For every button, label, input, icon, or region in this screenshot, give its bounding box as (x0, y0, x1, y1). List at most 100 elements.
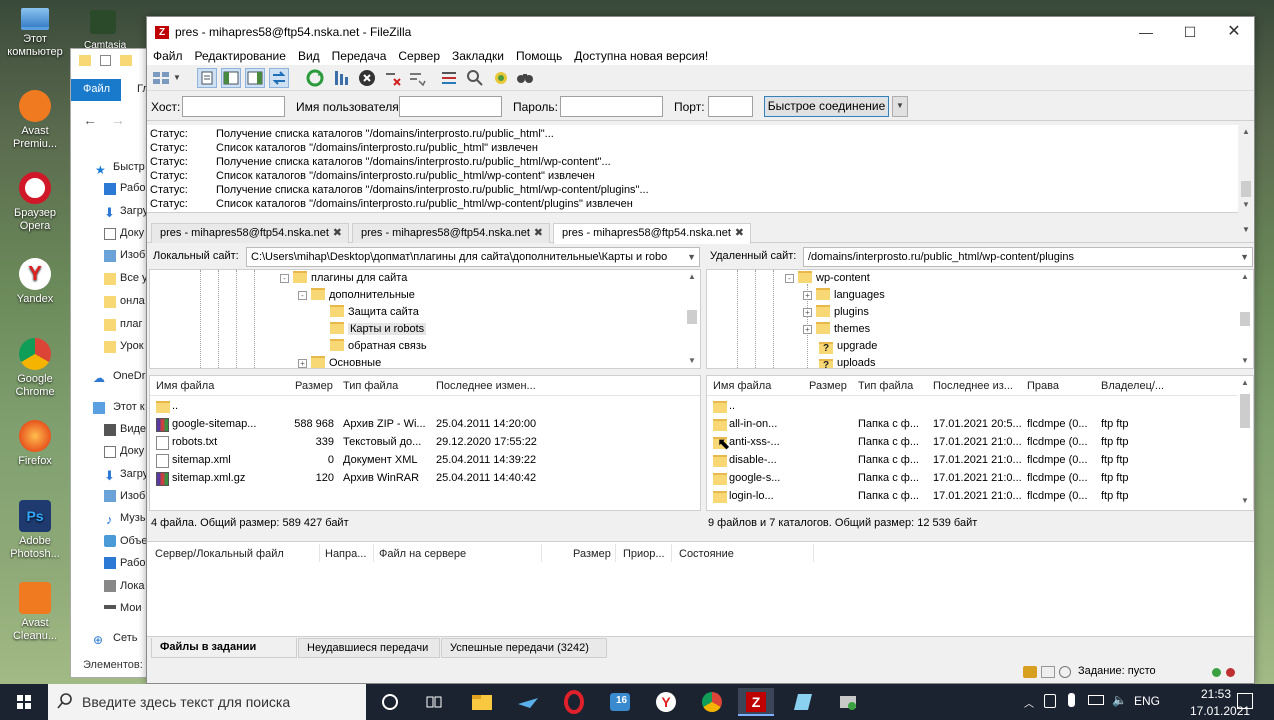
remote-tree-scrollbar[interactable]: ▲ ▼ (1237, 270, 1253, 368)
scroll-thumb[interactable] (1241, 181, 1251, 197)
nav-pc-pictures[interactable]: Изоб (120, 490, 145, 502)
desktop-icon-this-pc[interactable]: Этот компьютер (4, 8, 66, 59)
log-scrollbar[interactable]: ▲ ▼ (1238, 125, 1254, 213)
file-row[interactable]: google-sitemap... 588 968 Архив ZIP - Wi… (150, 416, 700, 434)
notifications-icon[interactable] (1237, 693, 1253, 709)
nav-pc-downloads[interactable]: Загру (120, 468, 148, 480)
volume-icon[interactable]: 🔈 (1112, 693, 1127, 707)
tree-node[interactable]: - дополнительные (298, 287, 415, 304)
site-manager-dropdown-icon[interactable]: ▼ (173, 68, 183, 88)
desktop-icon-avast[interactable]: Avast Premiu... (4, 90, 66, 151)
nav-local-disk[interactable]: Лока (120, 580, 145, 592)
quickconnect-button[interactable]: Быстрое соединение (764, 96, 889, 117)
chevron-up-icon[interactable]: ︿ (1024, 695, 1034, 710)
menu-view[interactable]: Вид (292, 47, 326, 65)
username-input[interactable] (399, 96, 502, 117)
speed-limit-icon[interactable] (1059, 666, 1071, 678)
column-header-permissions[interactable]: Права (1027, 380, 1059, 392)
folder-row[interactable]: disable-... Папка с ф... 17.01.2021 21:0… (707, 452, 1253, 470)
column-header-size[interactable]: Размер (295, 380, 333, 392)
close-tab-icon[interactable]: ✖ (534, 224, 543, 242)
connection-tab-active[interactable]: pres - mihapres58@ftp54.nska.net ✖ (553, 223, 751, 244)
queue-column-remote[interactable]: Файл на сервере (379, 548, 466, 560)
file-row[interactable]: sitemap.xml 0 Документ XML 25.04.2011 14… (150, 452, 700, 470)
scroll-up-icon[interactable]: ▲ (1237, 378, 1253, 387)
password-input[interactable] (560, 96, 663, 117)
nav-folder-online[interactable]: онла (120, 295, 145, 307)
scroll-up-icon[interactable]: ▲ (1238, 127, 1254, 136)
nav-onedrive[interactable]: OneDr (113, 370, 145, 382)
scroll-thumb[interactable] (1240, 312, 1250, 326)
file-row[interactable]: .. (150, 398, 700, 416)
column-header-modified[interactable]: Последнее из... (933, 380, 1013, 392)
tabs-dropdown-icon[interactable]: ▼ (1242, 225, 1250, 234)
nav-pc-desktop[interactable]: Рабо (120, 557, 146, 569)
site-manager-icon[interactable] (151, 68, 171, 88)
menu-help[interactable]: Помощь (510, 47, 568, 65)
notepad-taskbar-icon[interactable] (784, 688, 820, 716)
close-tab-icon[interactable]: ✖ (735, 224, 744, 242)
forward-arrow-icon[interactable]: → (111, 112, 125, 128)
cancel-icon[interactable] (357, 68, 377, 88)
file-explorer-taskbar-icon[interactable] (464, 688, 500, 716)
column-header-modified[interactable]: Последнее измен... (436, 380, 536, 392)
filezilla-window[interactable]: Z pres - mihapres58@ftp54.nska.net - Fil… (146, 16, 1255, 684)
refresh-icon[interactable] (305, 68, 325, 88)
file-row[interactable]: sitemap.xml.gz 120 Архив WinRAR 25.04.20… (150, 470, 700, 488)
desktop-icon-chrome[interactable]: Google Chrome (4, 338, 66, 399)
nav-folder-plugins[interactable]: плаг (120, 318, 143, 330)
nav-this-pc[interactable]: Этот к (113, 401, 145, 413)
folder-row[interactable]: google-s... Папка с ф... 17.01.2021 21:0… (707, 470, 1253, 488)
opera-taskbar-icon[interactable] (556, 688, 592, 716)
scroll-down-icon[interactable]: ▼ (1237, 356, 1253, 365)
local-directory-tree[interactable]: - плагины для сайта - дополнительные Защит… (149, 269, 701, 369)
microphone-icon[interactable] (1068, 693, 1075, 707)
local-tree-scrollbar[interactable]: ▲ ▼ (684, 270, 700, 368)
menu-file[interactable]: Файл (147, 47, 189, 65)
toggle-log-icon[interactable] (197, 68, 217, 88)
close-tab-icon[interactable]: ✖ (333, 224, 342, 242)
nav-pc-documents[interactable]: Доку (120, 445, 144, 457)
sync-browsing-icon[interactable] (491, 68, 511, 88)
yandex-taskbar-icon[interactable]: Y (648, 688, 684, 716)
desktop-icon-opera[interactable]: Браузер Opera (4, 172, 66, 233)
connection-tab[interactable]: pres - mihapres58@ftp54.nska.net ✖ (352, 223, 550, 243)
compare-directories-icon[interactable] (465, 68, 485, 88)
chevron-down-icon[interactable]: ▼ (685, 248, 696, 266)
column-header-type[interactable]: Тип файла (858, 380, 913, 392)
nav-videos[interactable]: Виде (120, 423, 146, 435)
tree-node[interactable]: ? upgrade (819, 338, 877, 355)
tree-node-selected[interactable]: Карты и robots (330, 321, 427, 338)
column-header-size[interactable]: Размер (809, 380, 847, 392)
queue-column-direction[interactable]: Напра... (325, 548, 366, 560)
chevron-down-icon[interactable]: ▼ (1240, 248, 1249, 266)
directory-filter-icon[interactable] (439, 68, 459, 88)
scroll-down-icon[interactable]: ▼ (684, 356, 700, 365)
desktop-icon-photoshop[interactable]: Ps Adobe Photosh... (4, 500, 66, 561)
menu-edit[interactable]: Редактирование (189, 47, 292, 65)
calendar-app-icon[interactable]: 16 (602, 688, 638, 716)
scroll-down-icon[interactable]: ▼ (1237, 496, 1253, 505)
bird-app-icon[interactable] (510, 688, 546, 716)
column-header-owner[interactable]: Владелец/... (1101, 380, 1164, 392)
tree-node[interactable]: + themes (803, 321, 870, 338)
desktop-icon-firefox[interactable]: Firefox (4, 420, 66, 468)
transfer-queue[interactable]: Сервер/Локальный файл Напра... Файл на с… (147, 541, 1254, 637)
folder-row[interactable]: all-in-on... Папка с ф... 17.01.2021 20:… (707, 416, 1253, 434)
desktop-icon-avast-cleanup[interactable]: Avast Cleanu... (4, 582, 66, 643)
minimize-button[interactable]: — (1124, 17, 1168, 47)
menu-new-version[interactable]: Доступна новая версия! (568, 47, 714, 65)
tab-queued-files[interactable]: Файлы в задании (151, 638, 297, 658)
toggle-local-tree-icon[interactable] (221, 68, 241, 88)
nav-network[interactable]: Сеть (113, 632, 137, 644)
quickconnect-dropdown-icon[interactable]: ▼ (892, 96, 908, 117)
menu-bookmarks[interactable]: Закладки (446, 47, 510, 65)
host-input[interactable] (182, 96, 285, 117)
nav-documents[interactable]: Доку (120, 227, 144, 239)
scroll-thumb[interactable] (1240, 394, 1250, 428)
menu-transfer[interactable]: Передача (326, 47, 393, 65)
tree-node[interactable]: обратная связь (330, 338, 427, 355)
nav-my-drive[interactable]: Мои (120, 602, 142, 614)
reconnect-icon[interactable] (407, 68, 427, 88)
message-log[interactable]: Статус: Получение списка каталогов "/doma… (147, 125, 1254, 213)
